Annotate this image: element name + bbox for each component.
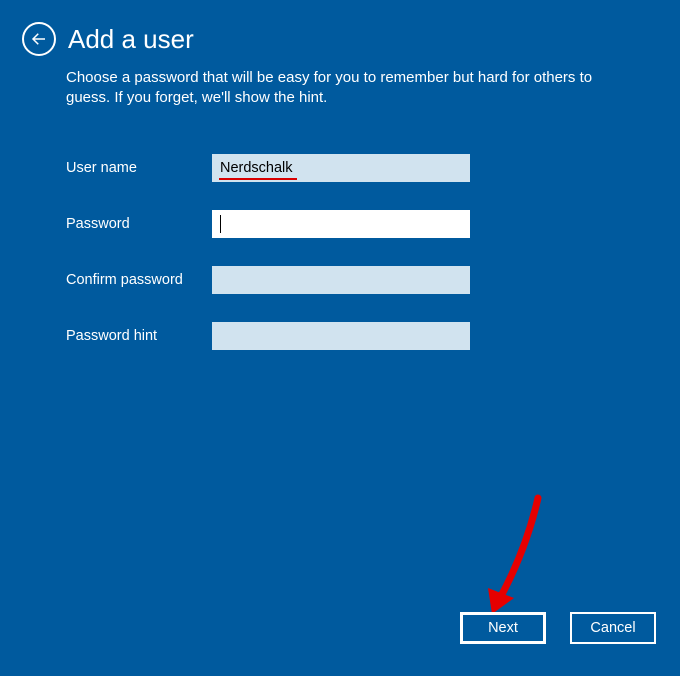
- password-label: Password: [66, 216, 212, 232]
- annotation-arrow-icon: [478, 490, 548, 620]
- username-input[interactable]: [212, 154, 470, 182]
- password-input[interactable]: [212, 210, 470, 238]
- arrow-left-icon: [30, 30, 48, 48]
- password-hint-input[interactable]: [212, 322, 470, 350]
- confirm-password-input[interactable]: [212, 266, 470, 294]
- add-user-form: User name Password Confirm password Pass…: [66, 153, 680, 351]
- back-button[interactable]: [22, 22, 56, 56]
- username-label: User name: [66, 160, 212, 176]
- next-button[interactable]: Next: [460, 612, 546, 644]
- password-hint-label: Password hint: [66, 328, 212, 344]
- page-description: Choose a password that will be easy for …: [66, 68, 626, 109]
- cancel-button[interactable]: Cancel: [570, 612, 656, 644]
- confirm-password-label: Confirm password: [66, 272, 212, 288]
- page-title: Add a user: [68, 24, 194, 55]
